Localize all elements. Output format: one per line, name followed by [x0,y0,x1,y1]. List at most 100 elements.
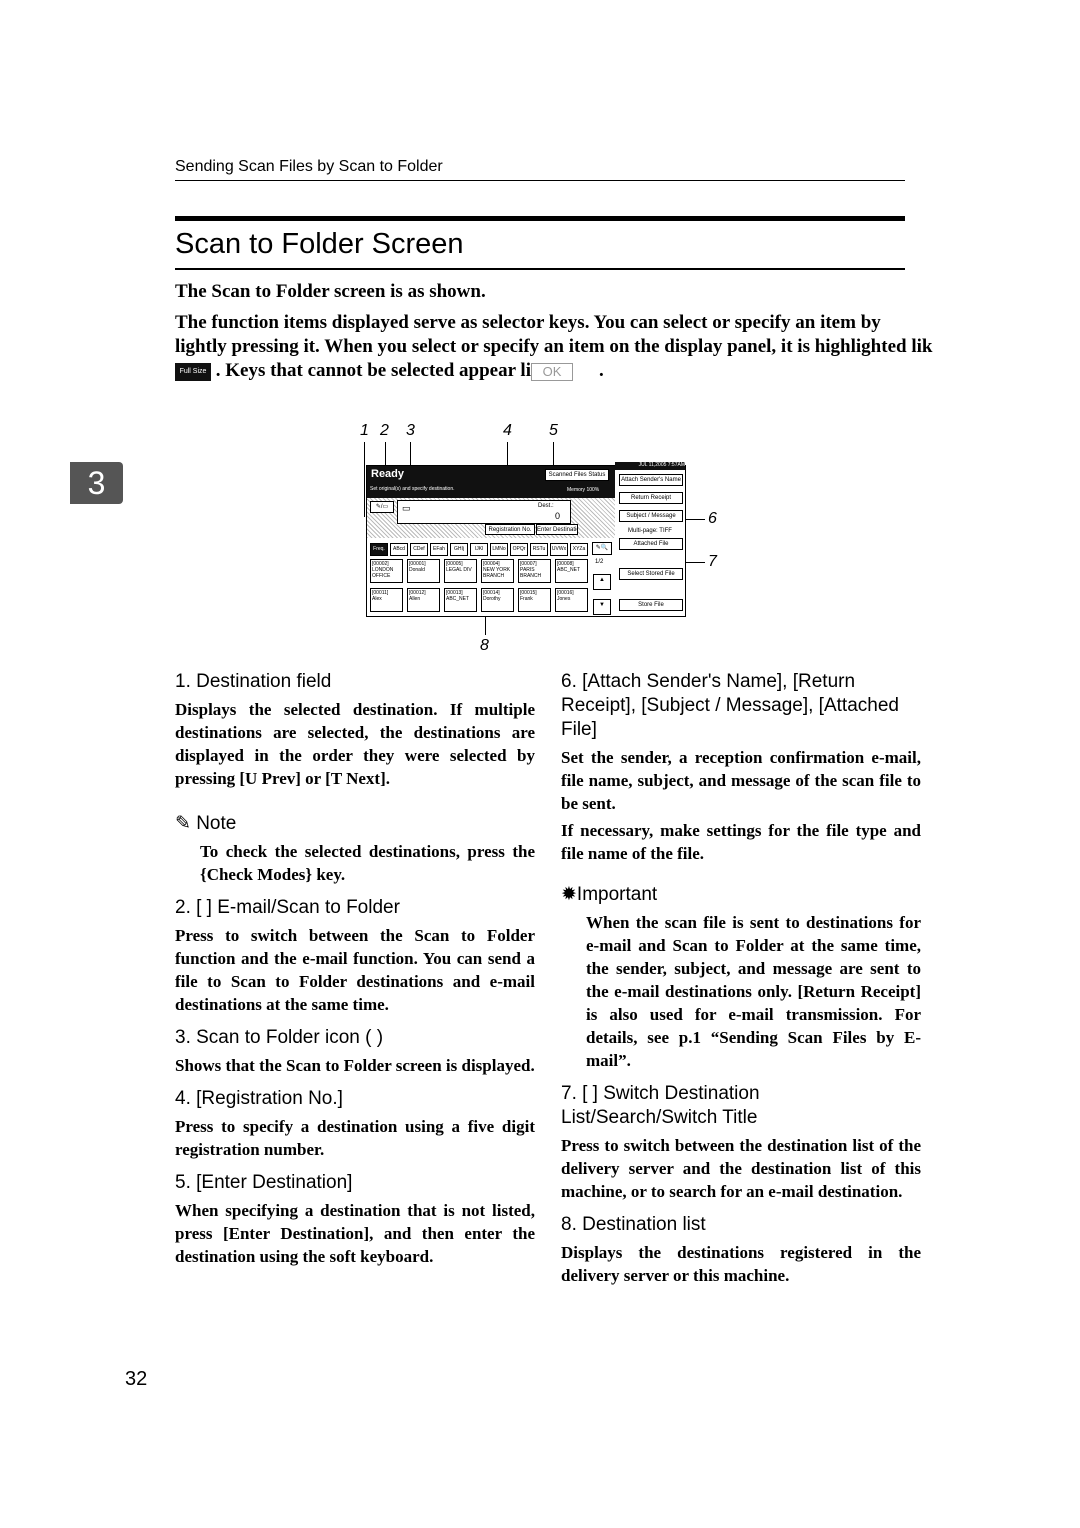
touch-panel: Ready Set original(s) and specify destin… [366,462,686,617]
callout-8: 8 [480,637,489,654]
dest-label: Dest.: [538,503,554,509]
item-1-body: Displays the selected destination. If mu… [175,700,535,788]
item-2-body: Press to switch between the Scan to Fold… [175,926,535,1014]
destination-key[interactable]: [00014] Dorothy [481,588,514,612]
item-5-body: When specifying a destination that is no… [175,1201,535,1266]
email-scan-switch-button[interactable]: ✎/▭ [370,501,394,513]
destination-key[interactable]: [00012] Allen [407,588,440,612]
intro-text: The function items displayed serve as se… [175,312,933,357]
scanned-files-status-button[interactable]: Scanned Files Status [545,469,609,481]
item-4-body: Press to specify a destination using a f… [175,1117,535,1159]
title-tab[interactable]: UVWx [550,543,568,556]
title-tab[interactable]: Freq. [370,543,388,556]
switch-destination-search-button[interactable]: ✎🔍 [592,542,612,555]
destination-key[interactable]: [00002] LONDON OFFICE [370,559,403,583]
callout-6: 6 [708,510,717,527]
subject-message-button[interactable]: Subject / Message [619,510,683,522]
title-bottom-rule [175,268,905,270]
item-7-body: Press to switch between the destination … [561,1136,921,1201]
datetime: JUL 11,2005 7:57AM [615,462,685,470]
item-3-body: Shows that the Scan to Folder screen is … [175,1056,535,1075]
intro-text: . [599,360,604,381]
leader-line [685,562,705,563]
item-6-heading: 6. [Attach Sender's Name], [Return Recei… [561,671,899,740]
item-8-heading: 8. Destination list [561,1214,706,1235]
dest-count: 0 [555,511,561,521]
manual-page: Sending Scan Files by Scan to Folder Sca… [0,0,1080,1528]
item-8-body: Displays the destinations registered in … [561,1243,921,1285]
item-4-heading: 4. [Registration No.] [175,1088,343,1109]
left-column: 1. Destination field Displays the select… [175,660,535,1272]
item-6-body: Set the sender, a reception confirmation… [561,748,921,813]
status-bar: Ready Set original(s) and specify destin… [367,466,615,498]
destination-key[interactable]: [00004] NEW YORK BRANCH [481,559,514,583]
intro-p1: The Scan to Folder screen is as shown. [175,281,486,302]
page-indicator: 1/2 [595,559,604,565]
file-type-label: Multi-page: TIFF [628,528,672,534]
destination-name: Jones [557,596,571,602]
intro: The Scan to Folder screen is as shown. T… [175,280,935,390]
next-page-button[interactable]: ▼ [593,599,611,615]
destination-name: ABC_NET [446,596,470,602]
memory-indicator: Memory 100% [567,487,600,493]
item-6-body-2: If necessary, make settings for the file… [561,821,921,863]
leader-line [364,442,365,517]
item-5-heading: 5. [Enter Destination] [175,1172,353,1193]
callout-2: 2 [380,422,389,439]
destination-name: Dorothy [483,596,501,602]
important-icon: ✹ [561,884,577,905]
destination-key[interactable]: [00016] Jones [555,588,588,612]
destination-name: Donald [409,567,425,573]
title-tab[interactable]: GHIj [450,543,468,556]
destination-name: Frank [520,596,533,602]
page-title: Scan to Folder Screen [175,228,464,260]
attach-senders-name-button[interactable]: Attach Sender's Name [619,474,683,486]
registration-no-button[interactable]: Registration No. [485,524,535,535]
status-text: Ready [371,468,405,480]
title-tab[interactable]: EFah [430,543,448,556]
item-7-heading: 7. [ ] Switch Destination List/Search/Sw… [561,1083,760,1128]
item-3-heading: 3. Scan to Folder icon ( ) [175,1027,384,1048]
title-tab[interactable]: RSTu [530,543,548,556]
folder-icon: ▭ [402,503,411,513]
title-tab[interactable]: LMNo [490,543,508,556]
note-body: To check the selected destinations, pres… [200,842,535,884]
destination-name: NEW YORK BRANCH [483,567,511,579]
page-number: 32 [125,1368,148,1390]
title-tab[interactable]: OPQr [510,543,528,556]
destination-key[interactable]: [00005] LEGAL DIV [444,559,477,583]
return-receipt-button[interactable]: Return Receipt [619,492,683,504]
enter-destination-button[interactable]: Enter Destination [536,524,578,535]
prev-page-button[interactable]: ▲ [593,574,611,590]
important-body: When the scan file is sent to destinatio… [586,913,921,1070]
intro-p2: The function items displayed serve as se… [175,311,935,383]
title-tab[interactable]: IJKl [470,543,488,556]
important-label: Important [576,884,658,905]
note-label: Note [196,813,237,834]
destination-key[interactable]: [00007] PARIS BRANCH [518,559,551,583]
important-heading: ✹Important [561,883,921,907]
chapter-tab: 3 [70,462,123,504]
callout-3: 3 [406,422,415,439]
destination-key[interactable]: [00001] Donald [407,559,440,583]
destination-key[interactable]: [00013] ABC_NET [444,588,477,612]
item-2-heading: 2. [ ] E-mail/Scan to Folder [175,897,400,918]
destination-name: Allen [409,596,421,602]
destination-field: ▭ Dest.: 0 [397,500,571,524]
screen-diagram: 1 2 3 4 5 6 7 8 Ready Set original(s) an… [360,420,717,660]
store-file-button[interactable]: Store File [619,599,683,611]
note-heading: ✎ Note [175,812,535,836]
title-tab[interactable]: ABcd [390,543,408,556]
destination-name: Alex [372,596,382,602]
destination-key[interactable]: [00015] Frank [518,588,551,612]
title-tab[interactable]: XYZa [570,543,588,556]
leader-line [685,519,705,520]
item-1-heading: 1. Destination field [175,671,332,692]
attached-file-button[interactable]: Attached File [619,538,683,550]
callout-5: 5 [549,422,558,439]
highlighted-key-sample: Full Size [175,362,211,381]
destination-key[interactable]: [00008] ABC_NET [555,559,588,583]
title-tab[interactable]: CDef [410,543,428,556]
select-stored-file-button[interactable]: Select Stored File [619,568,683,580]
destination-key[interactable]: [00011] Alex [370,588,403,612]
